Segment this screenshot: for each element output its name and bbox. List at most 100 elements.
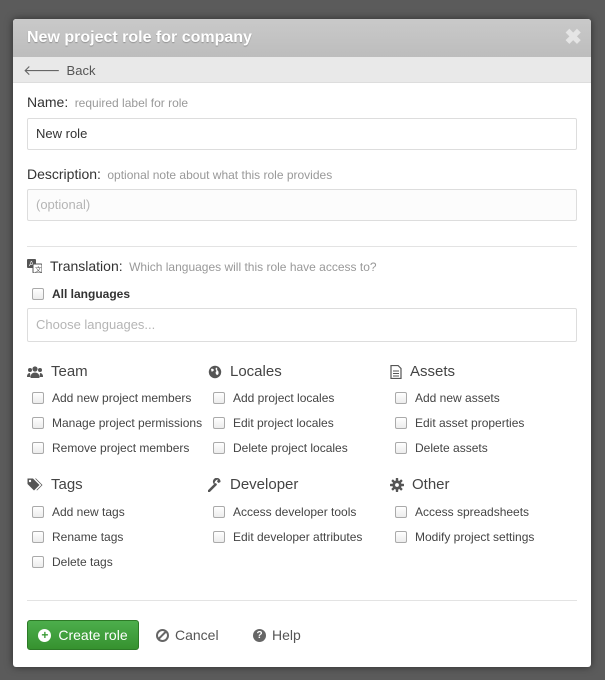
perm-access-spreadsheets[interactable]: Access spreadsheets bbox=[395, 505, 529, 519]
users-icon bbox=[27, 365, 43, 378]
checkbox[interactable] bbox=[395, 506, 407, 518]
group-tags-header: Tags bbox=[27, 476, 83, 493]
group-developer-header: Developer bbox=[208, 476, 298, 493]
group-other-title: Other bbox=[412, 476, 450, 493]
create-role-label: Create role bbox=[58, 627, 128, 643]
perm-label: Access spreadsheets bbox=[415, 505, 530, 519]
checkbox[interactable] bbox=[32, 417, 44, 429]
checkbox[interactable] bbox=[32, 506, 44, 518]
create-role-button[interactable]: + Create role bbox=[27, 620, 139, 650]
group-team-title: Team bbox=[51, 363, 88, 380]
translation-label: Translation: bbox=[50, 258, 123, 274]
perm-label: Edit developer attributes bbox=[233, 530, 363, 544]
wrench-icon bbox=[208, 477, 221, 492]
help-button[interactable]: ? Help bbox=[253, 620, 301, 650]
divider bbox=[27, 246, 577, 247]
back-label: Back bbox=[66, 63, 96, 78]
perm-edit-dev-attributes[interactable]: Edit developer attributes bbox=[213, 530, 362, 544]
perm-add-members[interactable]: Add new project members bbox=[32, 391, 191, 405]
perm-edit-locales[interactable]: Edit project locales bbox=[213, 416, 334, 430]
name-label-row: Name: required label for role bbox=[27, 94, 188, 112]
checkbox[interactable] bbox=[213, 506, 225, 518]
perm-rename-tags[interactable]: Rename tags bbox=[32, 530, 123, 544]
perm-label: Delete assets bbox=[415, 441, 488, 455]
name-input[interactable]: New role bbox=[27, 118, 577, 150]
perm-label: Remove project members bbox=[52, 441, 190, 455]
svg-text:文: 文 bbox=[35, 265, 42, 274]
modal-title: New project role for company bbox=[27, 29, 252, 46]
perm-access-dev-tools[interactable]: Access developer tools bbox=[213, 505, 356, 519]
ban-icon bbox=[156, 628, 169, 642]
perm-remove-members[interactable]: Remove project members bbox=[32, 441, 189, 455]
checkbox[interactable] bbox=[213, 392, 225, 404]
cancel-button[interactable]: Cancel bbox=[156, 620, 219, 650]
perm-label: Add new project members bbox=[52, 391, 192, 405]
perm-label: Edit project locales bbox=[233, 416, 334, 430]
description-input[interactable]: (optional) bbox=[27, 189, 577, 221]
globe-icon bbox=[208, 365, 222, 378]
group-locales-header: Locales bbox=[208, 363, 282, 380]
cancel-label: Cancel bbox=[175, 627, 219, 643]
checkbox[interactable] bbox=[32, 392, 44, 404]
checkbox[interactable] bbox=[32, 531, 44, 543]
translation-hint: Which languages will this role have acce… bbox=[129, 260, 377, 274]
name-label: Name: bbox=[27, 94, 69, 110]
checkbox[interactable] bbox=[32, 556, 44, 568]
perm-label: Add project locales bbox=[233, 391, 335, 405]
plus-circle-icon: + bbox=[38, 628, 52, 642]
perm-add-tags[interactable]: Add new tags bbox=[32, 505, 125, 519]
perm-label: Add new tags bbox=[52, 505, 125, 519]
back-button[interactable]: 🡐 Back bbox=[23, 62, 95, 79]
all-languages-label: All languages bbox=[52, 287, 131, 301]
perm-label: Delete project locales bbox=[233, 441, 348, 455]
help-label: Help bbox=[272, 627, 301, 643]
tags-icon bbox=[27, 478, 43, 490]
all-languages-row[interactable]: All languages bbox=[32, 287, 130, 301]
languages-input[interactable]: Choose languages... bbox=[27, 308, 577, 342]
checkbox[interactable] bbox=[395, 417, 407, 429]
all-languages-checkbox[interactable] bbox=[32, 288, 44, 300]
modal-header: New project role for company ✖ bbox=[13, 19, 591, 57]
translation-label-row: A 文 Translation: Which languages will th… bbox=[27, 258, 377, 276]
perm-add-assets[interactable]: Add new assets bbox=[395, 391, 500, 405]
perm-label: Access developer tools bbox=[233, 505, 357, 519]
perm-edit-asset-properties[interactable]: Edit asset properties bbox=[395, 416, 524, 430]
group-other-header: Other bbox=[390, 476, 450, 493]
back-bar: 🡐 Back bbox=[13, 57, 591, 83]
group-locales-title: Locales bbox=[230, 363, 282, 380]
question-circle-icon: ? bbox=[253, 628, 266, 642]
new-role-modal: New project role for company ✖ 🡐 Back Na… bbox=[13, 19, 591, 667]
perm-label: Delete tags bbox=[52, 555, 113, 569]
perm-label: Modify project settings bbox=[415, 530, 535, 544]
perm-label: Add new assets bbox=[415, 391, 500, 405]
arrow-left-icon: 🡐 bbox=[23, 62, 61, 78]
checkbox[interactable] bbox=[213, 442, 225, 454]
checkbox[interactable] bbox=[395, 442, 407, 454]
perm-label: Rename tags bbox=[52, 530, 124, 544]
perm-delete-tags[interactable]: Delete tags bbox=[32, 555, 113, 569]
checkbox[interactable] bbox=[213, 531, 225, 543]
perm-modify-settings[interactable]: Modify project settings bbox=[395, 530, 534, 544]
perm-label: Edit asset properties bbox=[415, 416, 525, 430]
description-hint: optional note about what this role provi… bbox=[107, 168, 333, 182]
group-assets-title: Assets bbox=[410, 363, 456, 380]
checkbox[interactable] bbox=[32, 442, 44, 454]
description-label: Description: bbox=[27, 166, 101, 182]
group-assets-header: Assets bbox=[390, 363, 455, 380]
checkbox[interactable] bbox=[213, 417, 225, 429]
close-icon[interactable]: ✖ bbox=[564, 27, 582, 48]
group-tags-title: Tags bbox=[51, 476, 83, 493]
perm-manage-permissions[interactable]: Manage project permissions bbox=[32, 416, 202, 430]
perm-add-locales[interactable]: Add project locales bbox=[213, 391, 334, 405]
group-team-header: Team bbox=[27, 363, 88, 380]
perm-delete-locales[interactable]: Delete project locales bbox=[213, 441, 348, 455]
group-developer-title: Developer bbox=[230, 476, 299, 493]
file-icon bbox=[390, 364, 402, 379]
checkbox[interactable] bbox=[395, 531, 407, 543]
checkbox[interactable] bbox=[395, 392, 407, 404]
language-icon: A 文 bbox=[27, 259, 42, 273]
perm-label: Manage project permissions bbox=[52, 416, 203, 430]
perm-delete-assets[interactable]: Delete assets bbox=[395, 441, 488, 455]
gear-icon bbox=[390, 477, 404, 492]
name-hint: required label for role bbox=[74, 96, 189, 110]
